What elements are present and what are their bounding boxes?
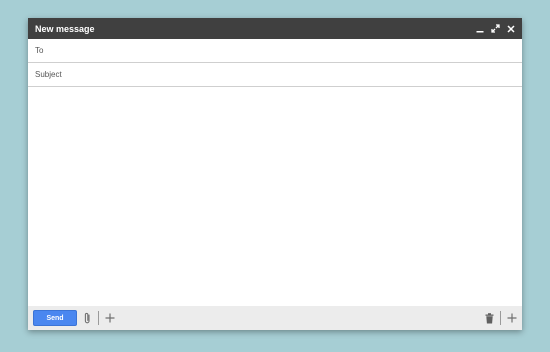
compose-footer: Send <box>28 306 522 330</box>
subject-label: Subject <box>35 70 62 79</box>
divider <box>98 311 99 325</box>
to-label: To <box>35 46 44 55</box>
minimize-icon[interactable] <box>476 25 484 33</box>
paperclip-icon[interactable] <box>83 312 92 324</box>
subject-field[interactable]: Subject <box>28 63 522 87</box>
expand-icon[interactable] <box>491 24 500 33</box>
close-icon[interactable] <box>507 24 515 33</box>
window-title: New message <box>35 23 95 34</box>
send-button[interactable]: Send <box>33 310 77 326</box>
more-plus-icon[interactable] <box>507 313 517 323</box>
footer-right-tools <box>485 311 517 325</box>
divider <box>500 311 501 325</box>
trash-icon[interactable] <box>485 312 494 324</box>
message-body[interactable] <box>28 87 522 306</box>
footer-left-tools: Send <box>33 310 115 326</box>
window-controls <box>476 24 515 33</box>
compose-window: New message To Subject Send <box>28 18 522 330</box>
to-field[interactable]: To <box>28 39 522 63</box>
plus-icon[interactable] <box>105 313 115 323</box>
title-bar: New message <box>28 18 522 39</box>
